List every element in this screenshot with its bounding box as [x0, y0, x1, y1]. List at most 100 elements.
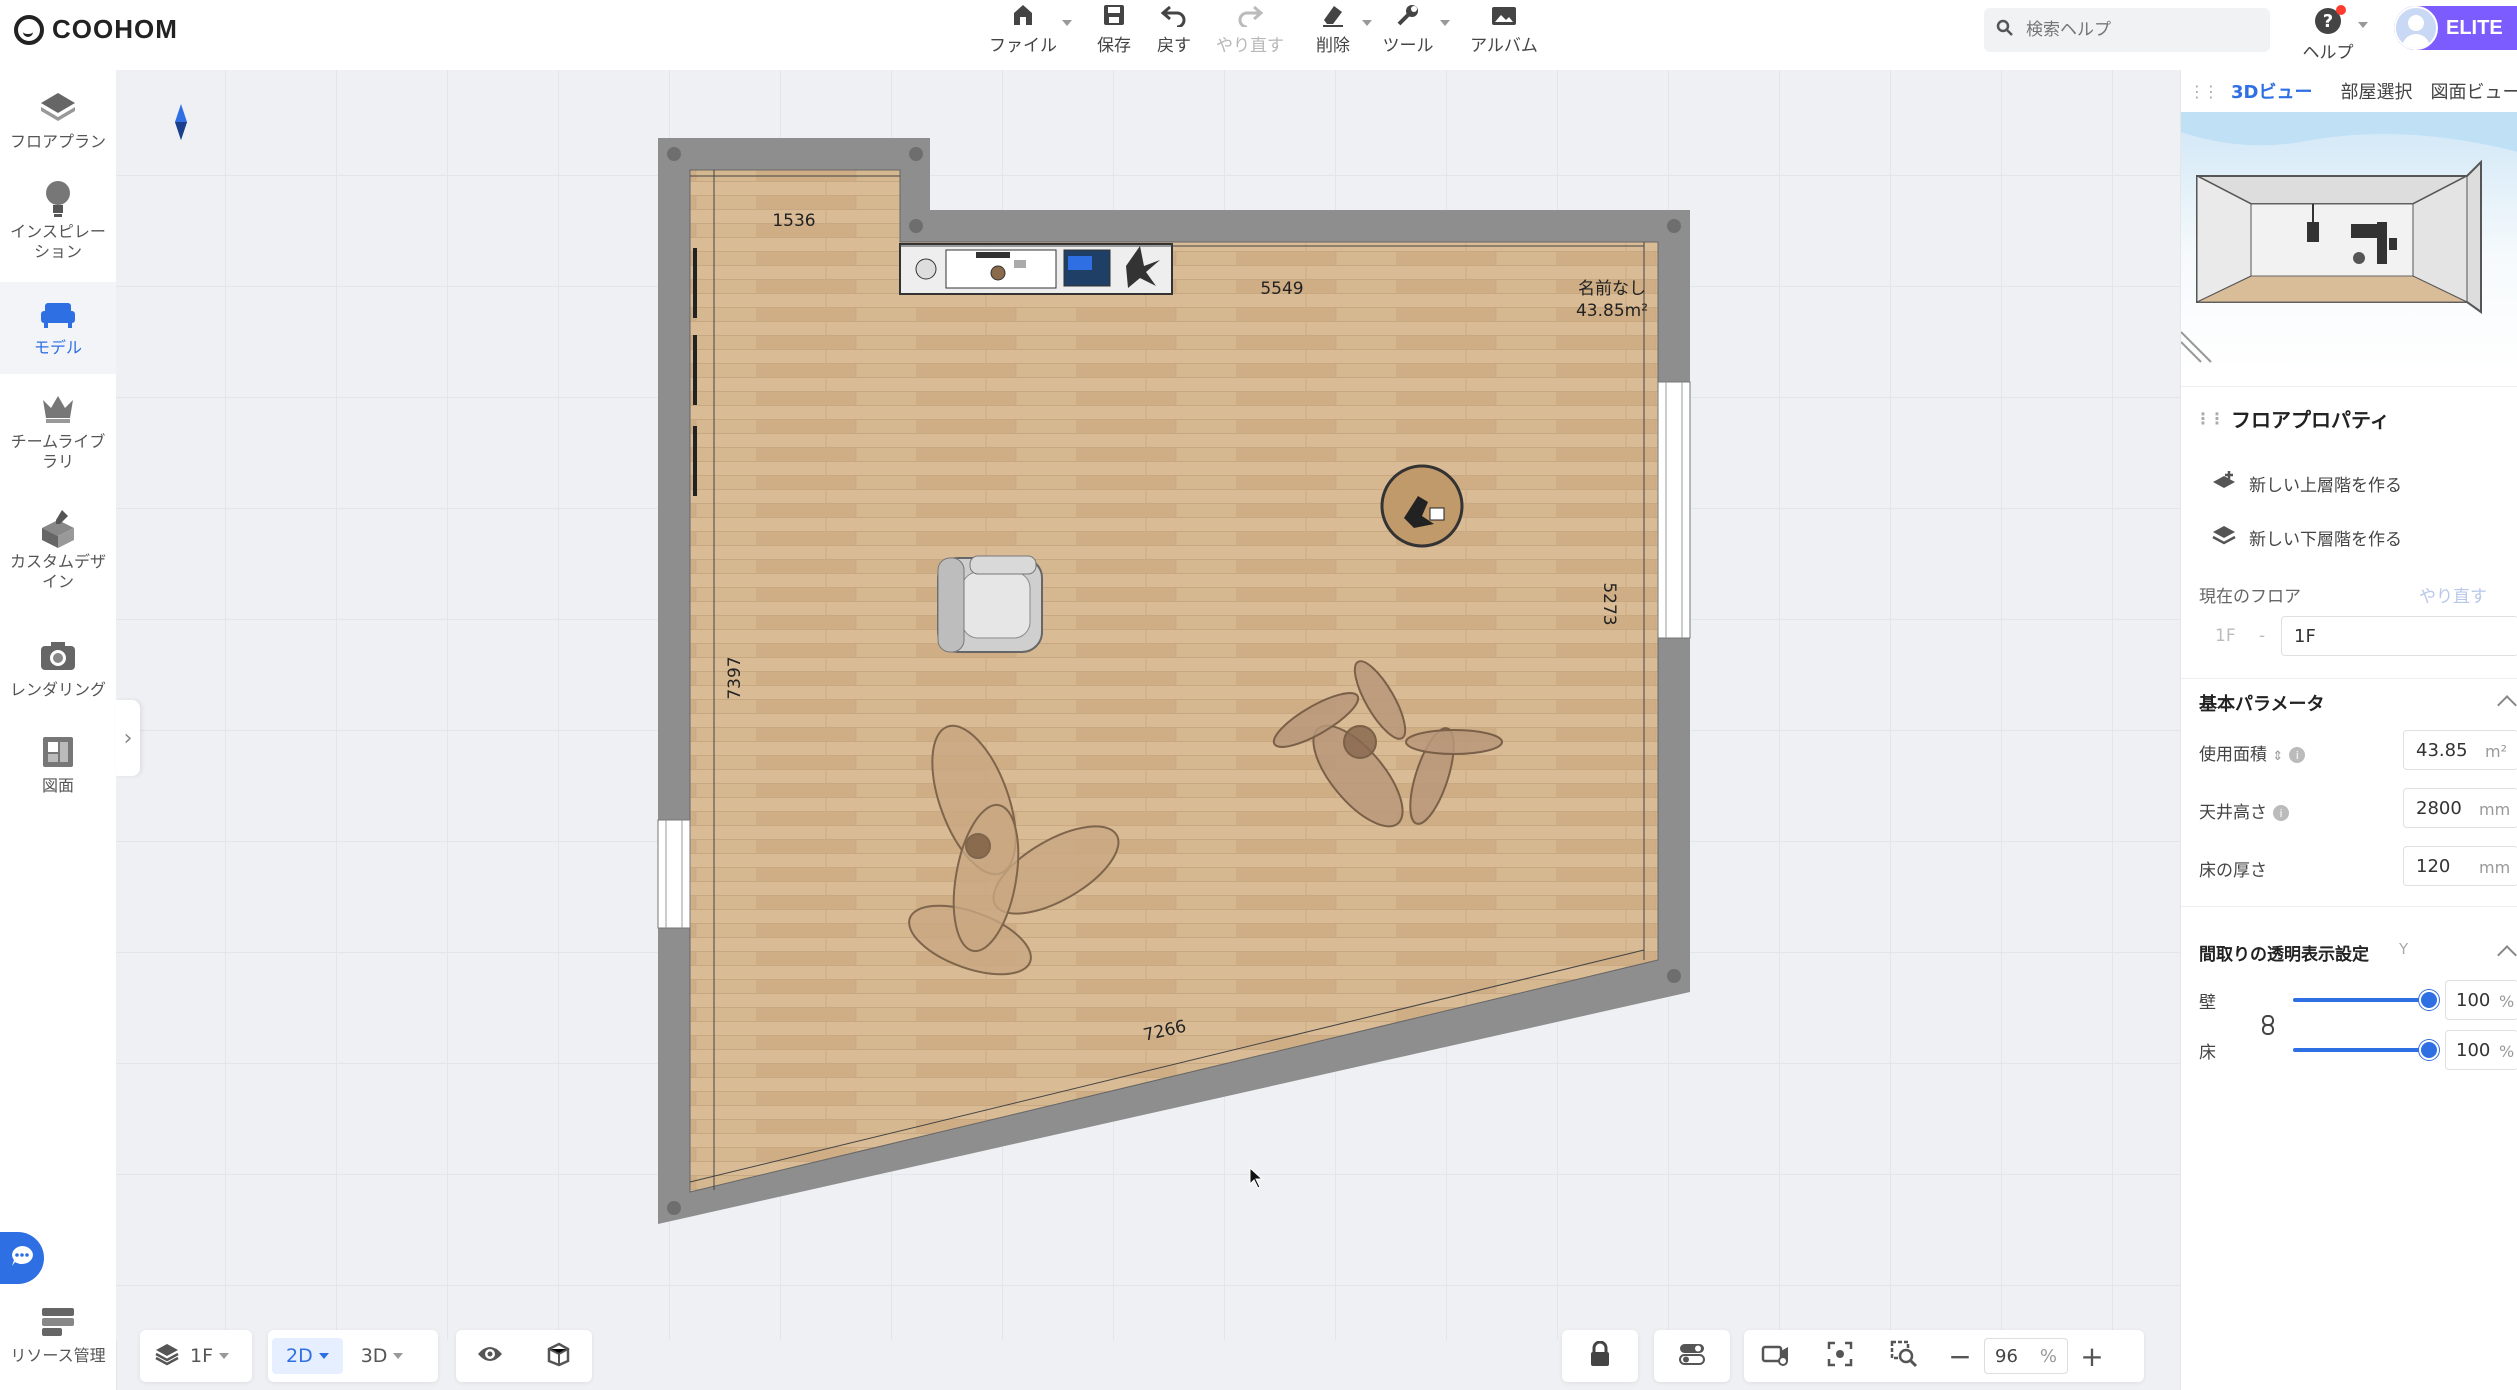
chevron-up-icon[interactable] — [2497, 695, 2517, 715]
chevron-down-icon[interactable] — [2358, 22, 2368, 28]
notification-dot — [2336, 5, 2346, 15]
redo-icon — [1235, 0, 1265, 29]
logo-icon — [14, 14, 44, 45]
lightbulb-icon — [38, 178, 78, 218]
search-input[interactable] — [2024, 19, 2248, 41]
info-icon[interactable]: i — [2289, 747, 2306, 763]
redo-button[interactable]: やり直す — [1212, 0, 1288, 66]
3d-preview[interactable] — [2181, 112, 2517, 374]
info-icon[interactable]: i — [2273, 805, 2289, 821]
floor-range-separator: - — [2259, 626, 2266, 646]
file-menu-button[interactable]: ファイル — [988, 0, 1072, 66]
camera-icon — [38, 636, 78, 676]
visibility-button[interactable] — [456, 1330, 524, 1382]
avatar[interactable] — [2394, 6, 2438, 50]
sidebar-item-resource-management[interactable]: リソース管理 — [0, 1302, 116, 1382]
wall-slider-knob[interactable] — [2419, 990, 2439, 1010]
delete-menu-button[interactable]: 削除 — [1308, 0, 1372, 66]
room-name-label[interactable]: 名前なし — [1578, 279, 1646, 299]
sidebar-item-drawing[interactable]: 図面 — [0, 732, 116, 822]
design-canvas[interactable]: 1536 5549 5273 7397 7266 名前なし 43.85m² — [116, 70, 2180, 1340]
chevron-down-icon — [1062, 20, 1072, 26]
view-mode-switch[interactable]: 2D 3D — [268, 1330, 438, 1382]
zoom-area-button[interactable] — [1872, 1330, 1936, 1382]
zoom-out-button[interactable]: − — [1936, 1330, 1984, 1382]
account-elite-badge[interactable]: ELITE — [2394, 6, 2517, 50]
tools-menu-button[interactable]: ツール — [1380, 0, 1450, 66]
tab-room-select[interactable]: 部屋選択 — [2340, 78, 2412, 104]
view-2d-button[interactable]: 2D — [272, 1338, 343, 1374]
zoom-in-button[interactable]: + — [2068, 1330, 2116, 1382]
floor-selector[interactable]: 1F — [140, 1330, 252, 1382]
zoom-level-input[interactable]: 96 % — [1984, 1338, 2068, 1374]
fit-view-button[interactable] — [1808, 1330, 1872, 1382]
view-tabs: ⋮⋮ 3Dビュー 部屋選択 図面ビュー — [2181, 70, 2517, 112]
new-upper-floor-button[interactable]: 新しい上層階を作る — [2211, 470, 2402, 497]
compass-icon[interactable] — [175, 104, 187, 140]
chevron-down-icon — [219, 1353, 230, 1359]
chevron-down-icon — [1362, 20, 1372, 26]
search-help-box[interactable] — [1984, 8, 2270, 52]
lock-button[interactable] — [1562, 1330, 1638, 1382]
armchair-model[interactable] — [937, 555, 1043, 653]
resource-icon — [38, 1302, 78, 1342]
room-area-label: 43.85m² — [1576, 301, 1648, 321]
side-table-model[interactable] — [1380, 464, 1464, 548]
chevron-up-icon[interactable] — [2497, 945, 2517, 965]
sidebar-item-rendering[interactable]: レンダリング — [0, 636, 116, 726]
wall-transparency-slider[interactable] — [2293, 990, 2439, 1010]
help-icon: ? — [2315, 5, 2346, 34]
camera-settings-button[interactable] — [1744, 1330, 1808, 1382]
add-layer-down-icon — [2211, 524, 2237, 551]
tab-3d-view[interactable]: 3Dビュー — [2231, 78, 2312, 104]
top-toolbar: COOHOM ファイル 保存 戻す やり直す 削除 ツール アルバム 検索ヘルプ… — [0, 0, 2517, 71]
tab-drawing-view[interactable]: 図面ビュー — [2430, 78, 2517, 104]
sidebar-expand-toggle[interactable]: › — [116, 700, 140, 776]
floor-slider-knob[interactable] — [2419, 1040, 2439, 1060]
sidebar-item-team-library[interactable]: チームライブラリ — [0, 388, 116, 488]
coohom-logo[interactable]: COOHOM — [14, 14, 178, 45]
settings-control — [1654, 1330, 1730, 1382]
wall-panels[interactable] — [693, 248, 697, 496]
view-3d-button[interactable]: 3D — [347, 1330, 418, 1382]
lock-control — [1562, 1330, 1638, 1382]
ceiling-height-label: 天井高さ i — [2199, 798, 2289, 823]
right-panel: ⋮⋮ 3Dビュー 部屋選択 図面ビュー ⋮⋮ フロアプロパティ 新しい上層階を作… — [2180, 70, 2517, 1390]
sidebar-item-custom-design[interactable]: カスタムデザイン — [0, 508, 116, 618]
save-button[interactable]: 保存 — [1090, 0, 1138, 66]
chevron-down-icon — [393, 1353, 404, 1359]
drag-handle-icon[interactable]: ⋮⋮ — [2195, 409, 2225, 428]
help-button[interactable]: ? ヘルプ — [2300, 4, 2356, 64]
sidebar-item-inspiration[interactable]: インスピレーション — [0, 178, 116, 288]
current-floor-input[interactable]: 1F — [2281, 616, 2517, 656]
floor-thickness-label: 床の厚さ — [2199, 861, 2267, 881]
sidebar-item-floorplan[interactable]: フロアプラン — [0, 88, 116, 178]
window-left[interactable] — [657, 819, 691, 929]
new-lower-floor-button[interactable]: 新しい下層階を作る — [2211, 524, 2402, 551]
current-floor-label: 現在のフロア — [2199, 587, 2301, 607]
undo-button[interactable]: 戻す — [1150, 0, 1198, 66]
eye-icon — [476, 1344, 504, 1369]
zoom-controls: − 96 % + — [1744, 1330, 2144, 1382]
floor-select-button[interactable]: 1F — [140, 1330, 243, 1382]
dimension-label-top: 5549 — [1260, 279, 1303, 299]
basic-params-title: 基本パラメータ — [2199, 694, 2325, 715]
sidebar-item-model[interactable]: モデル — [0, 282, 116, 374]
drag-handle-icon[interactable]: ⋮⋮ — [2189, 82, 2219, 101]
camera-settings-icon — [1761, 1341, 1791, 1372]
custom-design-icon — [38, 508, 78, 548]
floor-transparency-slider[interactable] — [2293, 1040, 2439, 1060]
add-layer-up-icon — [2211, 470, 2237, 497]
wall-display-button[interactable] — [524, 1330, 592, 1382]
drawing-icon — [38, 732, 78, 772]
window-right[interactable] — [1657, 381, 1691, 639]
eraser-icon — [1318, 0, 1348, 29]
left-sidebar: フロアプラン インスピレーション モデル チームライブラリ カスタムデザイン レ… — [0, 70, 117, 1390]
floor-plan-svg[interactable]: 1536 5549 5273 7397 7266 名前なし 43.85m² — [116, 70, 2180, 1340]
tv-cabinet-model[interactable] — [899, 243, 1173, 295]
link-icon[interactable] — [2261, 1014, 2275, 1040]
sort-icon[interactable]: ⇕ — [2272, 749, 2283, 764]
album-button[interactable]: アルバム — [1470, 0, 1538, 66]
toggle-settings-button[interactable] — [1654, 1330, 1730, 1382]
current-floor-redo-link[interactable]: やり直す — [2419, 582, 2487, 607]
